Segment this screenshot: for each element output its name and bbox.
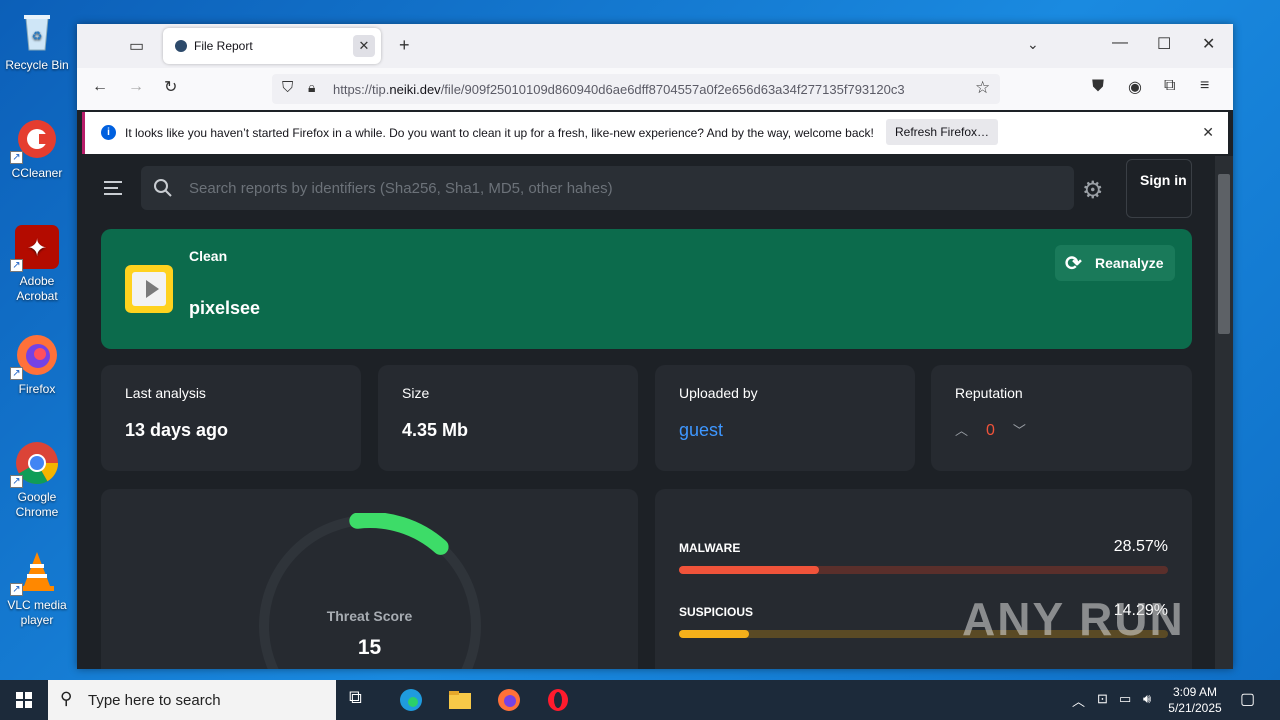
search-placeholder: Search reports by identifiers (Sha256, S… xyxy=(189,180,613,197)
refresh-icon: ⟳ xyxy=(1065,253,1082,275)
desktop-icon-vlc[interactable]: ↗ VLC media player xyxy=(2,548,72,628)
notification-close-icon[interactable]: ✕ xyxy=(1202,124,1214,141)
refresh-firefox-button[interactable]: Refresh Firefox… xyxy=(886,119,998,145)
volume-icon[interactable]: 🔊︎ xyxy=(1143,691,1151,707)
recycle-bin-icon: ♻ xyxy=(14,8,60,54)
browser-window: ▭ File Report ✕ + ⌄ — ☐ ✕ ← → ↻ ⛉ 🔒︎ htt… xyxy=(77,24,1233,669)
tray-chevron-up-icon[interactable]: ︿ xyxy=(1072,691,1085,710)
pocket-icon[interactable]: ⛊ xyxy=(1092,78,1104,96)
lock-icon[interactable]: 🔒︎ xyxy=(308,79,315,96)
site-favicon-icon xyxy=(175,40,187,52)
chrome-icon: ↗ xyxy=(10,440,60,488)
new-tab-icon[interactable]: + xyxy=(399,35,410,56)
taskbar-search-input[interactable]: ⚲ Type here to search xyxy=(48,680,336,720)
account-icon[interactable]: ◉ xyxy=(1128,77,1142,97)
reload-icon[interactable]: ↻ xyxy=(164,77,177,97)
threat-score-label: Threat Score xyxy=(326,608,413,624)
uploader-link[interactable]: guest xyxy=(679,420,723,441)
notifications-icon[interactable]: ▢ xyxy=(1240,689,1255,709)
acrobat-icon: ✦ ↗ xyxy=(10,224,60,272)
search-input[interactable]: Search reports by identifiers (Sha256, S… xyxy=(141,166,1074,210)
malware-bar-track xyxy=(679,566,1168,574)
file-app-icon xyxy=(125,265,173,313)
url-bar[interactable]: ⛉ 🔒︎ https://tip.neiki.dev/file/909f2501… xyxy=(272,74,1000,104)
task-view-icon[interactable]: ⧉ xyxy=(349,687,375,713)
minimize-icon[interactable]: — xyxy=(1112,34,1128,52)
edge-icon[interactable] xyxy=(398,687,424,713)
url-text[interactable]: https://tip.neiki.dev/file/909f25010109d… xyxy=(333,82,905,97)
list-tabs-chevron-down-icon[interactable]: ⌄ xyxy=(1027,36,1039,53)
vlc-icon: ↗ xyxy=(10,548,60,596)
tab-close-icon[interactable]: ✕ xyxy=(353,35,375,57)
svg-text:♻: ♻ xyxy=(32,29,43,43)
opera-icon[interactable] xyxy=(545,687,571,713)
upvote-chevron-up-icon[interactable]: ︿ xyxy=(955,423,968,438)
desktop-icon-adobe-acrobat[interactable]: ✦ ↗ Adobe Acrobat xyxy=(2,224,72,304)
uploaded-by-card: Uploaded by guest xyxy=(655,365,915,471)
shield-icon[interactable]: ⛉ xyxy=(282,79,293,96)
tab-title: File Report xyxy=(194,39,253,53)
extensions-icon[interactable]: ⧉ xyxy=(1164,77,1175,95)
system-clock[interactable]: 3:09 AM 5/21/2025 xyxy=(1160,684,1230,716)
hamburger-menu-icon[interactable] xyxy=(104,181,122,199)
tab-bar: ▭ File Report ✕ + ⌄ — ☐ ✕ xyxy=(77,24,1233,68)
gear-icon[interactable]: ⚙ xyxy=(1082,176,1104,205)
malware-bar-fill xyxy=(679,566,819,574)
anyrun-watermark: ANY RUN xyxy=(962,593,1185,645)
forward-arrow-icon[interactable]: → xyxy=(128,78,144,96)
downvote-chevron-down-icon[interactable]: ﹀ xyxy=(1013,423,1026,438)
desktop-icon-google-chrome[interactable]: ↗ Google Chrome xyxy=(2,440,72,520)
size-card: Size 4.35 Mb xyxy=(378,365,638,471)
firefox-view-icon[interactable]: ▭ xyxy=(129,36,144,56)
network-icon[interactable]: ▭ xyxy=(1119,691,1131,707)
last-analysis-card: Last analysis 13 days ago xyxy=(101,365,361,471)
desktop-icon-recycle-bin[interactable]: ♻ Recycle Bin xyxy=(2,8,72,73)
tab-file-report[interactable]: File Report ✕ xyxy=(163,28,381,64)
threat-score-card: Threat Score 15 xyxy=(101,489,638,669)
svg-text:✦: ✦ xyxy=(27,235,47,262)
search-icon xyxy=(154,179,172,197)
menu-icon[interactable]: ≡ xyxy=(1200,77,1209,95)
nav-bar: ← → ↻ ⛉ 🔒︎ https://tip.neiki.dev/file/90… xyxy=(77,68,1233,110)
reputation-value: 0 xyxy=(986,422,995,439)
firefox-icon: ↗ xyxy=(10,332,60,380)
taskbar: ⚲ Type here to search ⧉ ︿ ⊡ ▭ 🔊︎ 3:09 AM… xyxy=(0,680,1280,720)
file-name: pixelsee xyxy=(189,298,261,318)
page-scrollbar[interactable] xyxy=(1215,156,1233,669)
verdict-status: Clean xyxy=(189,248,228,264)
maximize-icon[interactable]: ☐ xyxy=(1157,34,1171,54)
firefox-refresh-notification: i It looks like you haven’t started Fire… xyxy=(82,112,1228,154)
windows-start-icon[interactable] xyxy=(16,692,32,708)
ccleaner-icon: ↗ xyxy=(10,116,60,164)
tray-app-icon[interactable]: ⊡ xyxy=(1097,691,1108,707)
bookmark-star-icon[interactable]: ☆ xyxy=(975,78,990,98)
file-explorer-icon[interactable] xyxy=(447,687,473,713)
status-banner: Clean pixelsee ⟳ Reanalyze xyxy=(101,229,1192,349)
firefox-taskbar-icon[interactable] xyxy=(496,687,522,713)
notification-message: It looks like you haven’t started Firefo… xyxy=(125,126,874,140)
reputation-card: Reputation ︿ 0 ﹀ xyxy=(931,365,1192,471)
desktop-icon-ccleaner[interactable]: ↗ CCleaner xyxy=(2,116,72,181)
window-close-icon[interactable]: ✕ xyxy=(1202,34,1215,54)
back-arrow-icon[interactable]: ← xyxy=(92,78,108,96)
info-icon: i xyxy=(101,125,116,140)
search-icon: ⚲ xyxy=(60,689,73,708)
threat-score-value: 15 xyxy=(357,636,382,659)
reanalyze-button[interactable]: ⟳ Reanalyze xyxy=(1055,245,1175,281)
sign-in-button[interactable]: Sign in xyxy=(1126,159,1192,218)
suspicious-bar-fill xyxy=(679,630,749,638)
desktop-icon-firefox[interactable]: ↗ Firefox xyxy=(2,332,72,397)
